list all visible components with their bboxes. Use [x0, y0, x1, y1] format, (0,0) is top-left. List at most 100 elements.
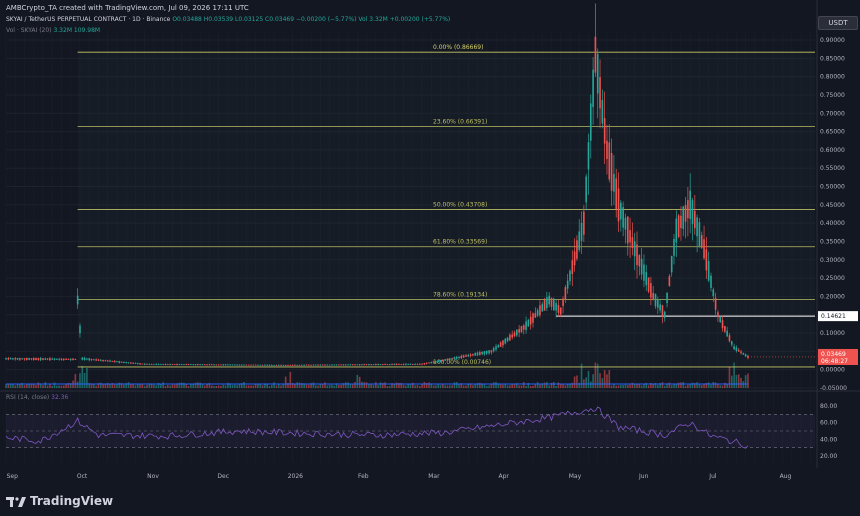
candle-body: [610, 153, 613, 191]
volume-bar: [728, 367, 731, 388]
candle-body: [287, 364, 289, 366]
rsi-tick-label: 20.00: [820, 453, 837, 460]
symbol-legend[interactable]: SKYAI / TetherUS PERPETUAL CONTRACT · 1D…: [6, 16, 450, 23]
volume-bar: [173, 384, 176, 388]
volume-bar: [506, 385, 509, 388]
candle-body: [171, 364, 174, 365]
candle-body: [712, 289, 715, 297]
volume-bar: [333, 385, 336, 388]
candle-body: [571, 260, 574, 274]
volume-bar: [730, 375, 733, 388]
rsi-legend[interactable]: RSI (14, close) 32.36: [6, 394, 68, 401]
candle-body: [340, 364, 342, 366]
candle-body: [291, 364, 294, 366]
candle-body: [569, 270, 571, 282]
candle-body: [23, 358, 26, 360]
volume-bar: [49, 384, 51, 388]
candle-body: [587, 142, 590, 170]
volume-bar: [65, 384, 67, 388]
candle-body: [506, 337, 509, 342]
candle-body: [187, 364, 190, 365]
candle-body: [130, 362, 132, 364]
rsi-tick-label: 80.00: [820, 403, 837, 410]
candle-body: [682, 206, 685, 229]
volume-bar: [548, 385, 550, 388]
volume-bar: [347, 382, 349, 388]
volume-bar: [719, 385, 722, 388]
candle-body: [566, 280, 569, 289]
volume-bar: [682, 382, 685, 388]
candle-body: [418, 363, 421, 365]
candle-body: [65, 358, 67, 360]
volume-bar: [220, 385, 222, 388]
candle-body: [735, 347, 738, 351]
rsi-pane[interactable]: 80.00 60.00 40.00 20.00: [5, 403, 837, 460]
candle-body: [266, 364, 269, 366]
volume-bar: [684, 385, 687, 388]
candle-body: [361, 364, 363, 366]
candle-body: [32, 357, 35, 361]
candle-body: [733, 346, 735, 350]
support-price-tag-label: 0.14621: [821, 313, 846, 320]
volume-bar: [252, 385, 255, 388]
candle-body: [46, 358, 49, 360]
volume-bar: [275, 385, 278, 388]
volume-bar: [409, 384, 412, 388]
candle-body: [657, 299, 659, 308]
symbol-name[interactable]: SKYAI / TetherUS PERPETUAL CONTRACT · 1D…: [6, 16, 170, 23]
volume-bar: [543, 382, 546, 388]
candle-body: [504, 338, 507, 344]
volume-bar: [386, 385, 389, 388]
candle-body: [442, 359, 444, 361]
candle-body: [234, 364, 236, 366]
currency-button[interactable]: USDT: [818, 16, 858, 30]
candle-body: [9, 358, 12, 360]
candle-body: [194, 364, 197, 366]
candle-body: [613, 173, 615, 192]
time-axis[interactable]: Sep Oct Nov Dec 2026 Feb Mar Apr May Jun Jul Aug: [7, 473, 792, 480]
volume-bar: [284, 376, 287, 388]
candle-body: [143, 363, 146, 365]
candle-body: [633, 241, 636, 257]
candle-body: [76, 295, 79, 305]
volume-bar: [349, 383, 352, 388]
volume-bar: [123, 384, 125, 388]
candle-body: [268, 364, 271, 366]
chart-canvas[interactable]: 0.00% (0.86669)23.60% (0.66391)50.00% (0…: [0, 0, 860, 483]
price-axis[interactable]: 0.90000 0.85000 0.80000 0.75000 0.70000 0.650…: [820, 37, 847, 392]
candle-body: [238, 364, 241, 366]
candle-body: [541, 304, 544, 312]
volume-bar: [532, 385, 534, 388]
candle-body: [663, 311, 666, 318]
price-tick-label: 0.45000: [820, 202, 845, 209]
candle-body: [25, 357, 28, 360]
candle-body: [465, 355, 467, 357]
volume-bar: [592, 374, 594, 388]
candle-body: [520, 326, 523, 333]
volume-legend[interactable]: Vol · SKYAI (20) 3.32M 109.98M: [6, 27, 100, 34]
volume-bar: [375, 382, 377, 388]
volume-bar: [657, 384, 659, 388]
candle-body: [136, 363, 139, 364]
volume-bar: [712, 382, 715, 388]
candle-body: [164, 363, 167, 365]
price-tick-label: 0.70000: [820, 110, 845, 117]
volume-bar: [700, 385, 703, 388]
candle-body: [405, 363, 407, 365]
volume-bar: [79, 373, 81, 388]
candle-body: [615, 178, 618, 210]
candle-body: [356, 364, 359, 366]
ohlc-values: O0.03488 H0.03539 L0.03125 C0.03469 −0.0…: [172, 16, 357, 23]
candle-body: [155, 363, 158, 365]
volume-bar: [153, 384, 155, 388]
volume-bar: [483, 384, 486, 388]
candle-body: [661, 305, 664, 317]
candle-body: [606, 140, 608, 160]
volume-bar: [721, 385, 724, 388]
volume-bar: [455, 382, 458, 388]
candle-body: [696, 217, 698, 237]
candle-body: [444, 359, 446, 361]
volume-bar: [109, 384, 111, 388]
fibonacci-retracement[interactable]: 0.00% (0.86669)23.60% (0.66391)50.00% (0…: [77, 44, 815, 368]
candle-body: [650, 283, 652, 298]
